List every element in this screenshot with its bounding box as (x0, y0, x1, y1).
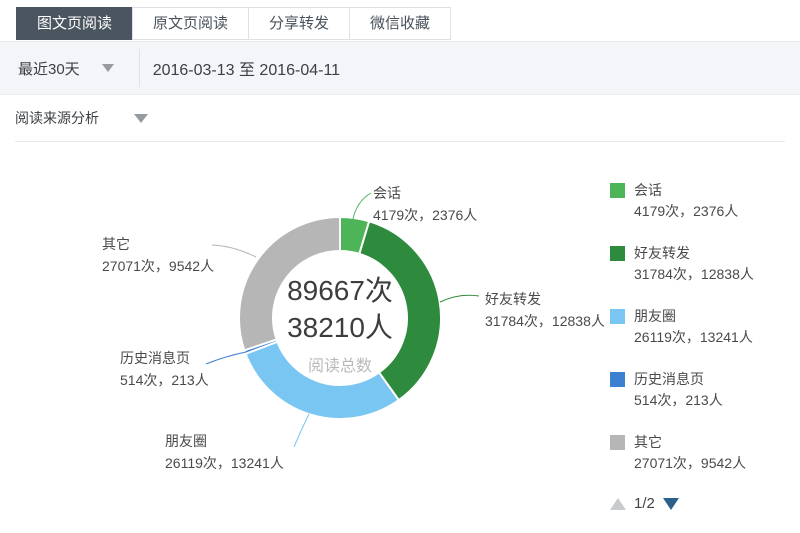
legend-item-friend-forward: 好友转发 31784次，12838人 (610, 243, 795, 285)
total-reads-value: 89667次 (240, 278, 440, 304)
legend-label: 会话 (634, 180, 738, 201)
pie-label-values: 4179次，2376人 (373, 204, 477, 226)
pie-label-moments: 朋友圈 26119次，13241人 (165, 430, 284, 474)
legend-label: 朋友圈 (634, 306, 753, 327)
pie-label-friend-forward: 好友转发 31784次，12838人 (485, 288, 605, 332)
legend-item-history-page: 历史消息页 514次，213人 (610, 369, 795, 411)
donut-center-label: 89667次 38210人 阅读总数 (240, 278, 440, 376)
legend-label: 其它 (634, 432, 746, 453)
pie-label-other: 其它 27071次，9542人 (102, 233, 214, 277)
pie-label-title: 其它 (102, 233, 214, 255)
total-reads-caption: 阅读总数 (240, 352, 440, 376)
leader-line (294, 414, 309, 447)
legend-swatch (610, 309, 625, 324)
legend-swatch (610, 372, 625, 387)
legend-page-number: 1/2 (634, 495, 655, 512)
legend-label: 好友转发 (634, 243, 754, 264)
legend-item-moments: 朋友圈 26119次，13241人 (610, 306, 795, 348)
legend-swatch (610, 435, 625, 450)
legend-pager: 1/2 (610, 495, 795, 512)
page-down-icon[interactable] (663, 498, 679, 510)
pie-label-title: 会话 (373, 182, 477, 204)
legend-swatch (610, 183, 625, 198)
legend-item-session: 会话 4179次，2376人 (610, 180, 795, 222)
legend-label: 历史消息页 (634, 369, 723, 390)
legend-values: 31784次，12838人 (634, 264, 754, 285)
legend-values: 514次，213人 (634, 390, 723, 411)
chart-legend: 会话 4179次，2376人 好友转发 31784次，12838人 朋友圈 26… (610, 180, 795, 512)
legend-item-other: 其它 27071次，9542人 (610, 432, 795, 474)
pie-label-history-page: 历史消息页 514次，213人 (120, 347, 209, 391)
pie-label-values: 27071次，9542人 (102, 255, 214, 277)
legend-values: 26119次，13241人 (634, 327, 753, 348)
pie-label-title: 朋友圈 (165, 430, 284, 452)
legend-values: 27071次，9542人 (634, 453, 746, 474)
pie-label-title: 好友转发 (485, 288, 605, 310)
leader-line (212, 245, 256, 257)
total-people-value: 38210人 (240, 315, 440, 341)
leader-line (440, 295, 479, 302)
legend-swatch (610, 246, 625, 261)
legend-values: 4179次，2376人 (634, 201, 738, 222)
leader-line (353, 193, 371, 219)
pie-label-values: 31784次，12838人 (485, 310, 605, 332)
pie-label-session: 会话 4179次，2376人 (373, 182, 477, 226)
wechat-stats-page: 图文页阅读 原文页阅读 分享转发 微信收藏 最近30天 2016-03-13 至… (0, 0, 800, 533)
pie-label-values: 26119次，13241人 (165, 452, 284, 474)
pie-label-values: 514次，213人 (120, 369, 209, 391)
pie-label-title: 历史消息页 (120, 347, 209, 369)
page-up-icon[interactable] (610, 498, 626, 510)
